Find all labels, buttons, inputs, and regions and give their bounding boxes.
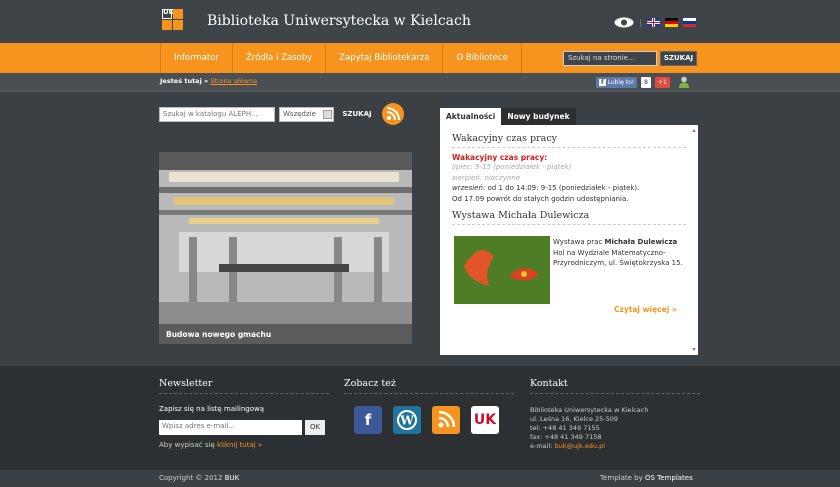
see-also-heading: Zobacz też: [344, 378, 514, 394]
hours-september-prefix: wrzesień: [452, 184, 483, 192]
hours-return: Od 17.09 powrót do stałych godzin udostę…: [452, 194, 629, 203]
header-icons: |: [614, 15, 696, 29]
contact-line: fax: +48 41 349 7158: [530, 433, 602, 441]
exhibition-artist: Michała Dulewicza: [604, 238, 678, 246]
nav-item-informator[interactable]: Informator: [160, 43, 233, 73]
breadcrumb-bar: Jesteś tutaj » Strona główna f Lubię to! …: [0, 73, 840, 92]
nav-item-o-bibliotece[interactable]: O Bibliotece: [443, 43, 522, 73]
exhibition-text: Wystawa prac Michała Dulewicza Hol na Wy…: [553, 237, 688, 269]
breadcrumb: Jesteś tutaj » Strona główna: [160, 77, 257, 85]
contact-info: Biblioteka Uniwersytecka w Kielcach ul. …: [530, 406, 648, 451]
exhibition-thumbnail[interactable]: [454, 236, 550, 304]
catalog-scope-select[interactable]: Wszędzie: [279, 107, 334, 122]
facebook-like-label: Lubię to!: [607, 78, 635, 86]
unsubscribe-link[interactable]: kliknij tutaj »: [217, 441, 262, 449]
gplus-label: +1: [658, 78, 667, 86]
template-credit-text: Template by: [600, 474, 645, 482]
copyright-owner-link[interactable]: BUK: [225, 474, 240, 482]
template-author-link[interactable]: OS Templates: [645, 474, 693, 482]
newsletter-heading: Newsletter: [159, 378, 329, 394]
social-buttons: f Lubię to! 8 +1: [596, 76, 690, 88]
main-nav: Informator Źródła i Zasoby Zapytaj Bibli…: [0, 43, 840, 73]
svg-text:W: W: [399, 414, 414, 428]
breadcrumb-prefix: Jesteś tutaj »: [160, 77, 209, 85]
site-search-button[interactable]: SZUKAJ: [660, 51, 697, 66]
news-scrollbar[interactable]: [692, 129, 696, 351]
read-more-link[interactable]: Czytaj więcej »: [614, 305, 677, 314]
flag-ru-icon[interactable]: [682, 17, 696, 27]
unsubscribe-text: Aby wypisać się: [159, 441, 217, 449]
tab-aktualnosci[interactable]: Aktualności: [440, 108, 502, 125]
news-panel: Wakacyjny czas pracy Wakacyjny czas prac…: [440, 125, 698, 355]
accessibility-eye-icon[interactable]: [614, 17, 634, 28]
template-credit: Template by OS Templates: [600, 474, 693, 482]
copyright: Copyright © 2012 BUK: [159, 474, 239, 482]
building-photo[interactable]: Budowa nowego gmachu: [159, 152, 412, 344]
catalog-search-input[interactable]: Szukaj w katalogu ALEPH...: [159, 107, 275, 122]
chevron-down-icon: [323, 110, 332, 119]
newsletter-email-input[interactable]: Wpisz adres e-mail...: [159, 420, 302, 435]
copyright-text: Copyright © 2012: [159, 474, 225, 482]
like-count: 8: [641, 76, 651, 88]
nav-item-zapytaj[interactable]: Zapytaj Bibliotekarza: [326, 43, 444, 73]
hours-august: sierpień: nieczynne: [452, 173, 521, 182]
contact-email-link[interactable]: buk@ujk.edu.pl: [555, 442, 606, 450]
site-search-input[interactable]: Szukaj na stronie...: [563, 51, 657, 66]
logo[interactable]: UK: [162, 8, 184, 31]
google-plus-button[interactable]: +1: [655, 76, 670, 88]
site-title[interactable]: Biblioteka Uniwersytecka w Kielcach: [207, 13, 471, 29]
email-label: e-mail:: [530, 442, 555, 450]
flag-de-icon[interactable]: [664, 17, 678, 27]
wordpress-icon[interactable]: W: [393, 406, 421, 434]
user-icon[interactable]: [678, 76, 690, 88]
construction-hall-image: [159, 152, 412, 344]
contact-line: tel: +48 41 349 7155: [530, 424, 600, 432]
facebook-f-icon: f: [599, 78, 606, 86]
contact-heading: Kontakt: [530, 378, 700, 394]
site-header: UK Biblioteka Uniwersytecka w Kielcach |: [0, 0, 840, 43]
hours-title: Wakacyjny czas pracy:: [452, 153, 548, 162]
rss-icon[interactable]: [432, 406, 460, 434]
news-heading[interactable]: Wakacyjny czas pracy: [452, 133, 686, 148]
catalog-scope-value: Wszędzie: [283, 110, 316, 118]
ujk-logo-icon[interactable]: UK: [471, 406, 499, 434]
hours-september-text: : od 1 do 14.09: 9-15 (poniedziałek - pi…: [482, 184, 640, 192]
tab-nowy-budynek[interactable]: Nowy budynek: [501, 108, 576, 125]
newsletter-ok-button[interactable]: OK: [305, 420, 325, 435]
hours-september: wrzesień: od 1 do 14.09: 9-15 (poniedzia…: [452, 183, 686, 194]
photo-caption: Budowa nowego gmachu: [159, 324, 412, 344]
copyright-bar: [0, 470, 840, 487]
catalog-search-button[interactable]: SZUKAJ: [338, 107, 376, 122]
exhibition-text-pre: Wystawa prac: [553, 238, 605, 246]
nav-item-zrodla[interactable]: Źródła i Zasoby: [233, 43, 327, 73]
facebook-icon[interactable]: f: [354, 406, 382, 434]
news-tabs: Aktualności Nowy budynek: [440, 108, 576, 125]
contact-line: ul. Leśna 16, Kielce 25-509: [530, 415, 619, 423]
contact-email-line: e-mail: buk@ujk.edu.pl: [530, 442, 648, 451]
rss-feed-icon[interactable]: [382, 103, 404, 125]
flag-uk-icon[interactable]: [646, 17, 660, 27]
exhibition-heading[interactable]: Wystawa Michała Dulewicza: [452, 210, 686, 225]
breadcrumb-home-link[interactable]: Strona główna: [210, 77, 257, 85]
contact-line: Biblioteka Uniwersytecka w Kielcach: [530, 406, 649, 414]
hours-july: lipiec: 9-15 (poniedziałek - piątek): [452, 163, 572, 171]
newsletter-unsubscribe: Aby wypisać się kliknij tutaj »: [159, 441, 262, 449]
facebook-like-button[interactable]: f Lubię to!: [596, 76, 638, 88]
newsletter-text: Zapisz się na listę mailingową: [159, 405, 265, 413]
exhibition-text-post: Hol na Wydziale Matematyczno-Przyrodnicz…: [553, 248, 683, 268]
